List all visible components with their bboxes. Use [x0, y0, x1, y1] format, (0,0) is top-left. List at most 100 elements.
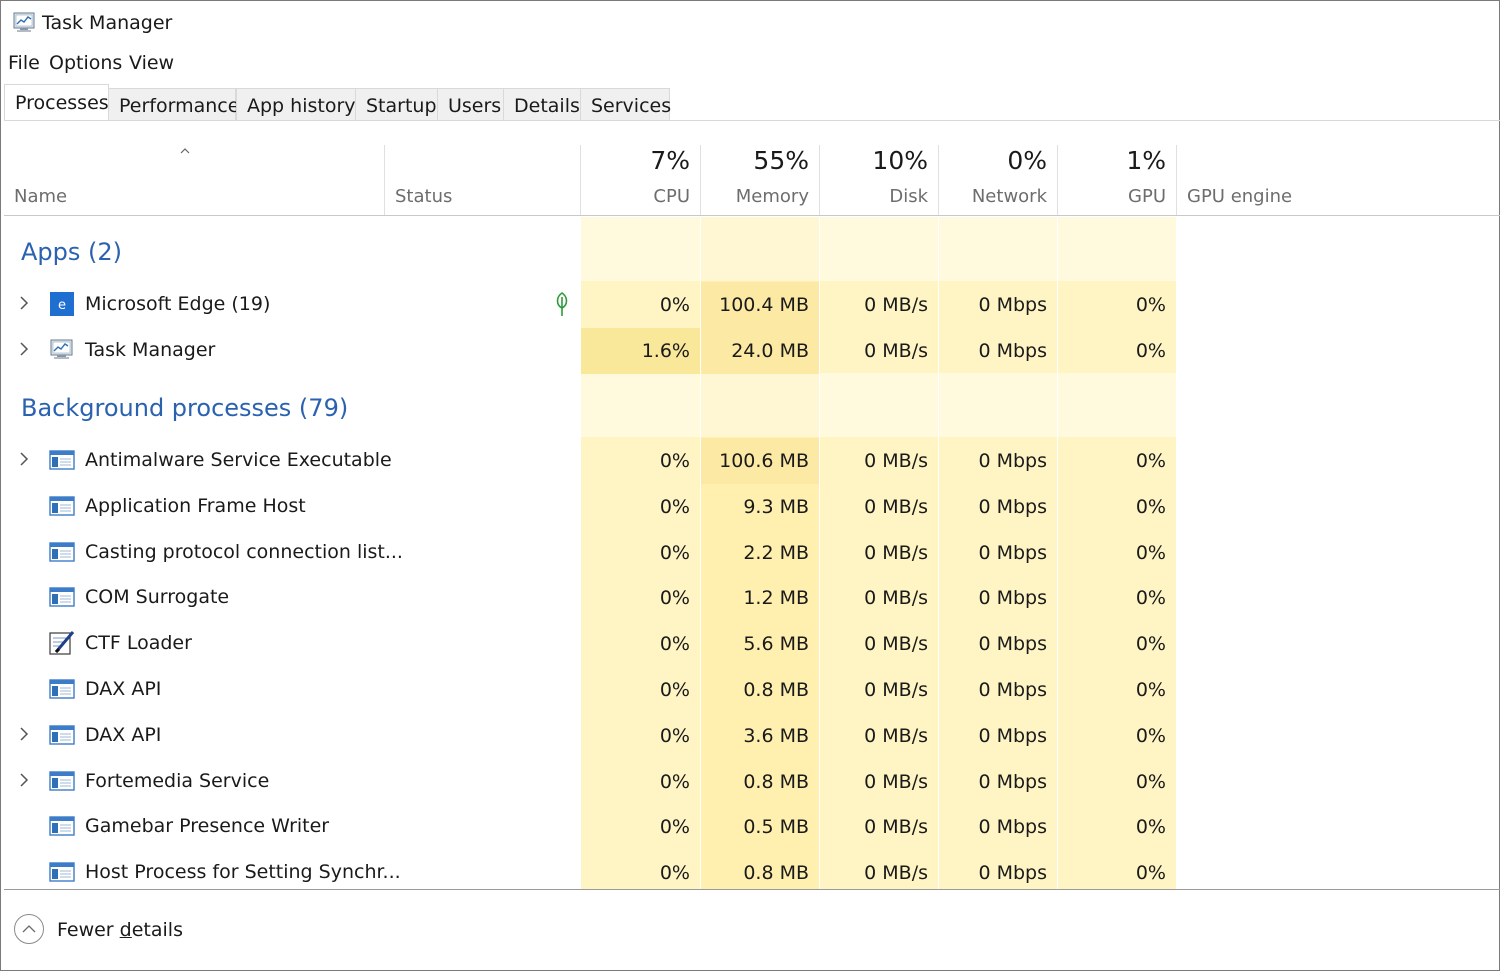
cell-cpu: 0% [659, 294, 690, 316]
cell-network: 0 Mbps [978, 633, 1047, 656]
process-row[interactable]: CTF Loader 0% 5.6 MB 0 MB/s 0 Mbps 0% [0, 621, 1500, 667]
task-manager-icon [13, 12, 35, 32]
cell-disk: 0 MB/s [864, 294, 928, 316]
column-header-status[interactable]: Status [385, 140, 580, 216]
cell-gpu: 0% [1135, 495, 1166, 518]
column-header-gpu-engine[interactable]: GPU engine [1177, 140, 1500, 216]
process-row[interactable]: Gamebar Presence Writer 0% 0.5 MB 0 MB/s 0 M… [0, 804, 1500, 850]
column-label-memory: Memory [735, 186, 809, 207]
column-label-status: Status [395, 186, 453, 207]
cell-memory: 2.2 MB [743, 541, 809, 564]
cell-network: 0 Mbps [978, 541, 1047, 564]
edge-icon: e [49, 292, 75, 316]
process-name: Host Process for Setting Synchr... [85, 861, 401, 884]
column-header-disk[interactable]: 10% Disk [820, 140, 938, 216]
process-row[interactable]: Antimalware Service Executable 0% 100.6 MB… [0, 438, 1500, 484]
tab-app-history[interactable]: App history [236, 88, 356, 120]
tab-startup[interactable]: Startup [355, 88, 438, 120]
cell-disk: 0 MB/s [864, 495, 928, 518]
menu-view[interactable]: View [129, 52, 174, 74]
cell-disk: 0 MB/s [864, 633, 928, 656]
process-name: DAX API [85, 678, 162, 700]
window-title: Task Manager [42, 12, 173, 34]
cell-gpu: 0% [1135, 770, 1166, 793]
cell-network: 0 Mbps [978, 770, 1047, 793]
chevron-right-icon[interactable] [17, 724, 31, 744]
cell-cpu: 0% [659, 816, 690, 839]
cell-gpu: 0% [1135, 633, 1166, 656]
table-bottom-divider [4, 889, 1500, 890]
cell-cpu: 0% [659, 587, 690, 610]
cell-gpu: 0% [1135, 294, 1166, 316]
chevron-right-icon[interactable] [17, 449, 31, 469]
process-row[interactable]: Task Manager 1.6% 24.0 MB 0 MB/s 0 Mbps 0% [0, 327, 1500, 374]
cell-gpu: 0% [1135, 541, 1166, 564]
group-header-background[interactable]: Background processes (79) [21, 394, 348, 422]
task-manager-icon [49, 338, 75, 362]
cell-disk: 0 MB/s [864, 339, 928, 362]
cell-network: 0 Mbps [978, 724, 1047, 747]
cell-network: 0 Mbps [978, 495, 1047, 518]
chevron-up-circle-icon [14, 914, 44, 944]
group-header-apps[interactable]: Apps (2) [21, 238, 122, 266]
chevron-right-icon[interactable] [17, 339, 31, 359]
column-header-name[interactable]: Name [4, 140, 384, 216]
process-name: DAX API [85, 723, 162, 746]
tab-users[interactable]: Users [437, 88, 504, 120]
cell-cpu: 0% [659, 495, 690, 518]
cell-memory: 100.4 MB [701, 282, 819, 328]
chevron-right-icon[interactable] [17, 770, 31, 790]
cell-disk: 0 MB/s [864, 450, 928, 472]
cell-memory: 3.6 MB [743, 724, 809, 747]
column-header-gpu[interactable]: 1% GPU [1058, 140, 1176, 216]
column-header-memory[interactable]: 55% Memory [701, 140, 819, 216]
cell-memory: 9.3 MB [743, 495, 809, 518]
leaf-icon [553, 291, 571, 317]
cell-cpu: 0% [659, 724, 690, 747]
column-label-name: Name [14, 186, 68, 207]
column-header-cpu[interactable]: 7% CPU [581, 140, 700, 216]
process-name: Gamebar Presence Writer [85, 815, 330, 838]
process-name: Application Frame Host [85, 494, 306, 517]
process-row[interactable]: DAX API 0% 3.6 MB 0 MB/s 0 Mbps 0% [0, 713, 1500, 759]
fewer-details-label: Fewer details [57, 919, 183, 941]
cell-memory: 0.8 MB [743, 679, 809, 701]
network-total-percent: 0% [1007, 146, 1047, 175]
process-row[interactable]: Casting protocol connection list... 0% 2.2… [0, 530, 1500, 576]
cell-memory: 0.5 MB [743, 816, 809, 839]
cell-network: 0 Mbps [978, 294, 1047, 316]
menu-file[interactable]: File [8, 52, 40, 74]
service-window-icon [49, 540, 75, 564]
group-header-shade [581, 217, 1176, 281]
cell-cpu: 0% [659, 541, 690, 564]
cell-gpu: 0% [1135, 450, 1166, 472]
process-row[interactable]: COM Surrogate 0% 1.2 MB 0 MB/s 0 Mbps 0% [0, 575, 1500, 621]
cell-memory: 5.6 MB [743, 633, 809, 656]
cell-memory: 100.6 MB [701, 438, 819, 484]
group-header-shade [581, 373, 1176, 437]
tab-processes[interactable]: Processes [4, 84, 109, 121]
cpu-total-percent: 7% [650, 146, 690, 175]
svg-text:e: e [58, 298, 66, 313]
process-row[interactable]: Application Frame Host 0% 9.3 MB 0 MB/s 0 Mb… [0, 484, 1500, 530]
menu-options[interactable]: Options [49, 52, 122, 74]
process-row[interactable]: DAX API 0% 0.8 MB 0 MB/s 0 Mbps 0% [0, 667, 1500, 713]
process-name: COM Surrogate [85, 586, 230, 609]
cell-cpu: 0% [659, 679, 690, 701]
chevron-right-icon[interactable] [17, 293, 31, 313]
process-name: Casting protocol connection list... [85, 540, 403, 563]
cell-disk: 0 MB/s [864, 816, 928, 839]
notepad-pen-icon [49, 631, 75, 655]
tab-details[interactable]: Details [503, 88, 581, 120]
column-label-cpu: CPU [653, 186, 690, 207]
process-row[interactable]: e Microsoft Edge (19) 0% 100.4 MB 0 MB/s 0 Mb… [0, 282, 1500, 328]
cell-disk: 0 MB/s [864, 541, 928, 564]
process-row[interactable]: Fortemedia Service 0% 0.8 MB 0 MB/s 0 Mbps 0% [0, 759, 1500, 805]
title-bar[interactable]: Task Manager [0, 0, 1500, 46]
tab-performance[interactable]: Performance [108, 88, 239, 120]
cell-network: 0 Mbps [978, 587, 1047, 610]
header-divider [4, 215, 1500, 216]
cell-gpu: 0% [1135, 587, 1166, 610]
column-header-network[interactable]: 0% Network [939, 140, 1057, 216]
tab-services[interactable]: Services [580, 88, 671, 120]
